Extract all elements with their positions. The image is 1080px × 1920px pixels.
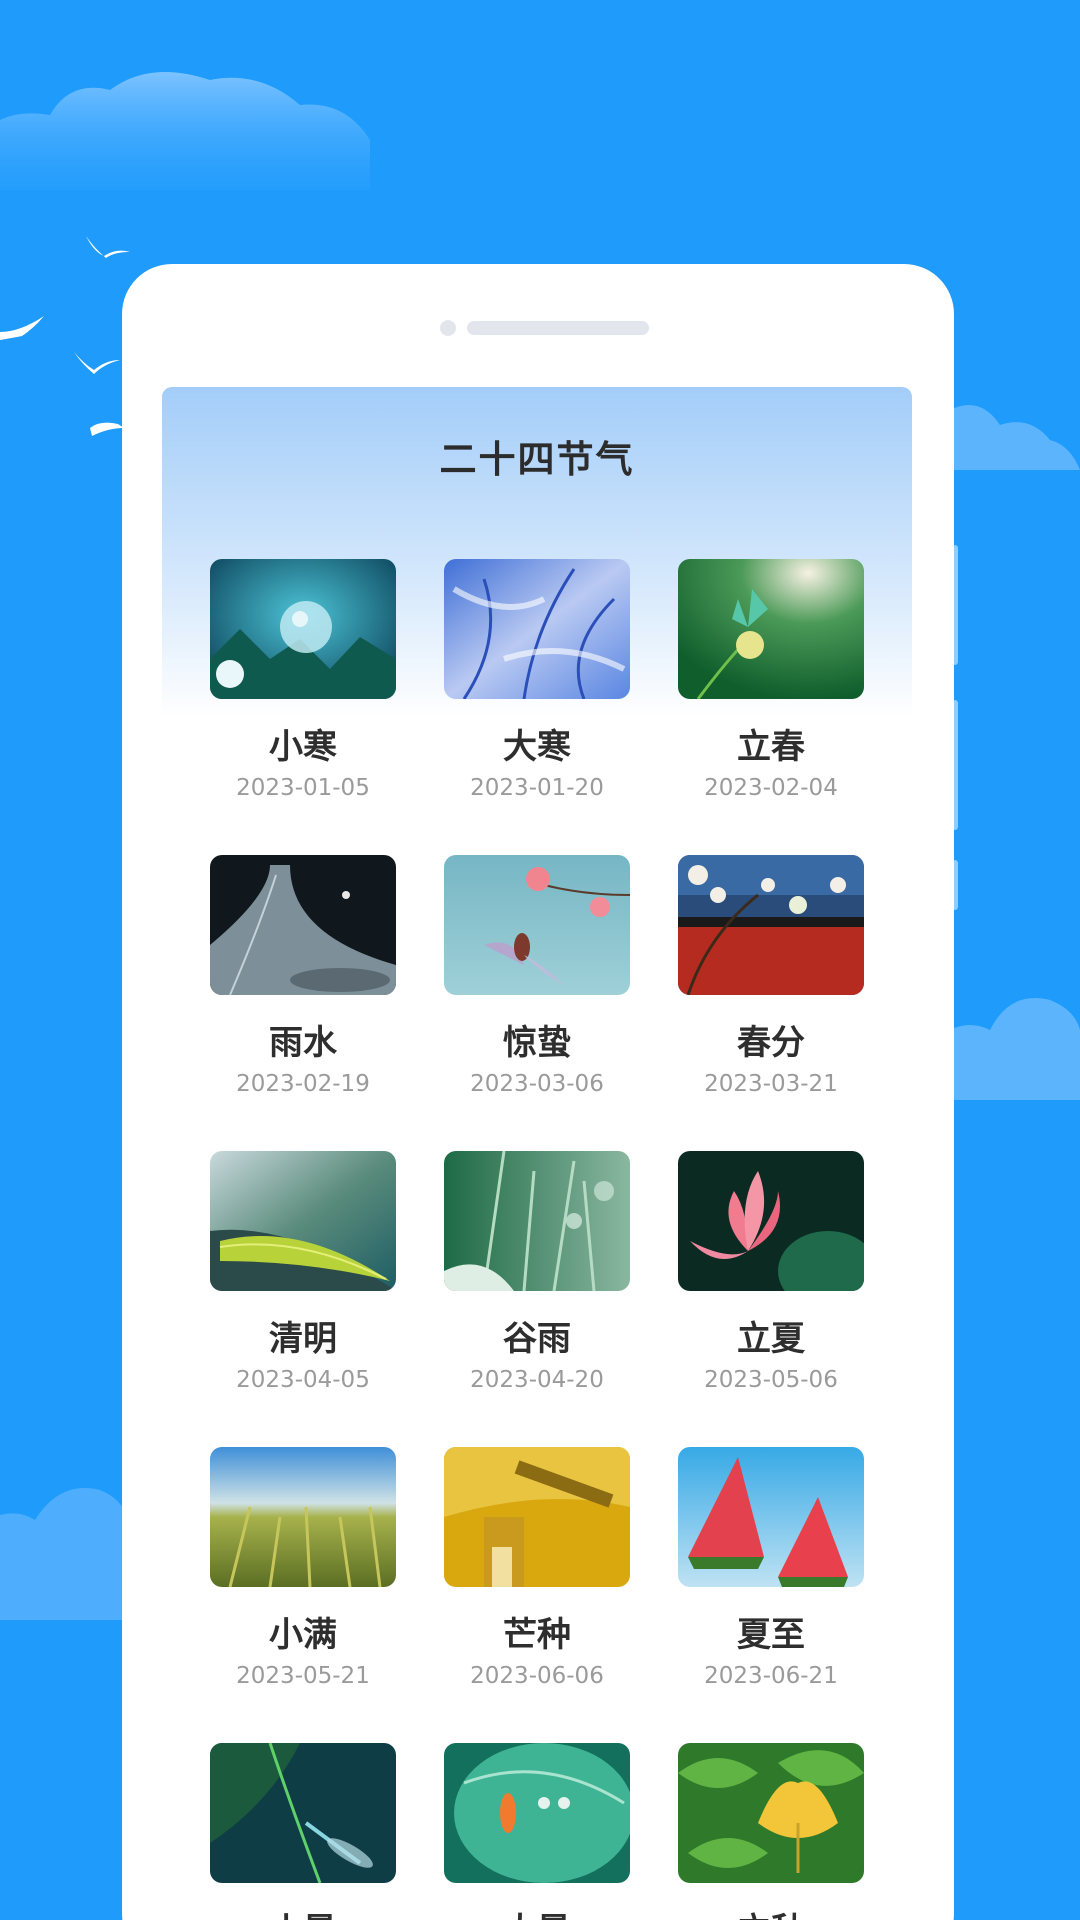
lotus-image — [678, 1151, 864, 1291]
solar-term-date: 2023-02-04 — [704, 775, 838, 801]
solar-term-card[interactable]: 小满 2023-05-21 — [210, 1447, 396, 1707]
solar-term-name: 夏至 — [737, 1615, 805, 1655]
wheat-field-image — [210, 1447, 396, 1587]
solar-term-card[interactable]: 芒种 2023-06-06 — [444, 1447, 630, 1707]
solar-term-date: 2023-05-21 — [236, 1663, 370, 1689]
solar-term-name: 立夏 — [737, 1319, 805, 1359]
bird-icon — [74, 352, 120, 374]
green-leaf-image — [210, 1151, 396, 1291]
solar-term-date: 2023-04-20 — [470, 1367, 604, 1393]
butterfly-image — [678, 559, 864, 699]
phone-screen: 二十四节气 小寒 2023-01-05 大寒 2023-01-20 立春 202… — [162, 387, 912, 1920]
solar-term-name: 谷雨 — [503, 1319, 571, 1359]
golden-harvest-image — [444, 1447, 630, 1587]
solar-term-card[interactable]: 春分 2023-03-21 — [678, 855, 864, 1115]
solar-term-card[interactable]: 清明 2023-04-05 — [210, 1151, 396, 1411]
solar-term-card[interactable]: 雨水 2023-02-19 — [210, 855, 396, 1115]
solar-term-name: 小暑 — [210, 1903, 396, 1920]
phone-frame: 二十四节气 小寒 2023-01-05 大寒 2023-01-20 立春 202… — [122, 264, 954, 1920]
cloud-left-lower — [0, 1488, 130, 1620]
dewy-grass-image — [444, 1151, 630, 1291]
goldfish-leaf-image — [444, 1743, 630, 1883]
cloud-right-middle — [950, 405, 1080, 470]
solar-term-date: 2023-03-21 — [704, 1071, 838, 1097]
camera-dot — [440, 320, 456, 336]
speaker-bar — [467, 321, 649, 335]
solar-term-date: 2023-01-05 — [236, 775, 370, 801]
solar-term-card[interactable]: 小寒 2023-01-05 — [210, 559, 396, 819]
solar-term-card[interactable]: 立春 2023-02-04 — [678, 559, 864, 819]
solar-term-name: 春分 — [737, 1023, 805, 1063]
page-title: 二十四节气 — [439, 438, 635, 481]
frosted-branches-image — [444, 559, 630, 699]
dragonfly-image — [210, 1743, 396, 1883]
solar-term-card[interactable]: 大寒 2023-01-20 — [444, 559, 630, 819]
cloud-top-left — [0, 72, 370, 190]
solar-term-date: 2023-05-06 — [704, 1367, 838, 1393]
solar-term-card[interactable]: 立夏 2023-05-06 — [678, 1151, 864, 1411]
solar-term-name: 清明 — [269, 1319, 337, 1359]
solar-term-card[interactable]: 小暑 — [210, 1743, 396, 1920]
bird-icon — [0, 316, 44, 340]
solar-term-name: 大寒 — [503, 727, 571, 767]
ginkgo-image — [678, 1743, 864, 1883]
solar-term-card[interactable]: 大暑 — [444, 1743, 630, 1920]
blossoms-wall-image — [678, 855, 864, 995]
solar-term-name: 惊蛰 — [503, 1023, 571, 1063]
solar-term-date: 2023-03-06 — [470, 1071, 604, 1097]
solar-term-name: 大暑 — [444, 1903, 630, 1920]
solar-term-card[interactable]: 谷雨 2023-04-20 — [444, 1151, 630, 1411]
solar-term-card[interactable]: 夏至 2023-06-21 — [678, 1447, 864, 1707]
cloud-right-lower — [950, 998, 1080, 1100]
solar-term-date: 2023-02-19 — [236, 1071, 370, 1097]
watermelon-image — [678, 1447, 864, 1587]
solar-term-name: 小满 — [269, 1615, 337, 1655]
solar-term-name: 立秋 — [678, 1903, 864, 1920]
solar-term-name: 立春 — [737, 727, 805, 767]
hummingbird-image — [444, 855, 630, 995]
solar-term-date: 2023-06-06 — [470, 1663, 604, 1689]
solar-term-date: 2023-04-05 — [236, 1367, 370, 1393]
solar-term-name: 雨水 — [269, 1023, 337, 1063]
solar-term-card[interactable]: 惊蛰 2023-03-06 — [444, 855, 630, 1115]
water-drop-image — [210, 855, 396, 995]
solar-term-name: 小寒 — [269, 727, 337, 767]
solar-term-date: 2023-06-21 — [704, 1663, 838, 1689]
bird-icon — [86, 236, 130, 258]
solar-term-date: 2023-01-20 — [470, 775, 604, 801]
ice-bubble-image — [210, 559, 396, 699]
solar-term-name: 芒种 — [503, 1615, 571, 1655]
solar-term-card[interactable]: 立秋 — [678, 1743, 864, 1920]
